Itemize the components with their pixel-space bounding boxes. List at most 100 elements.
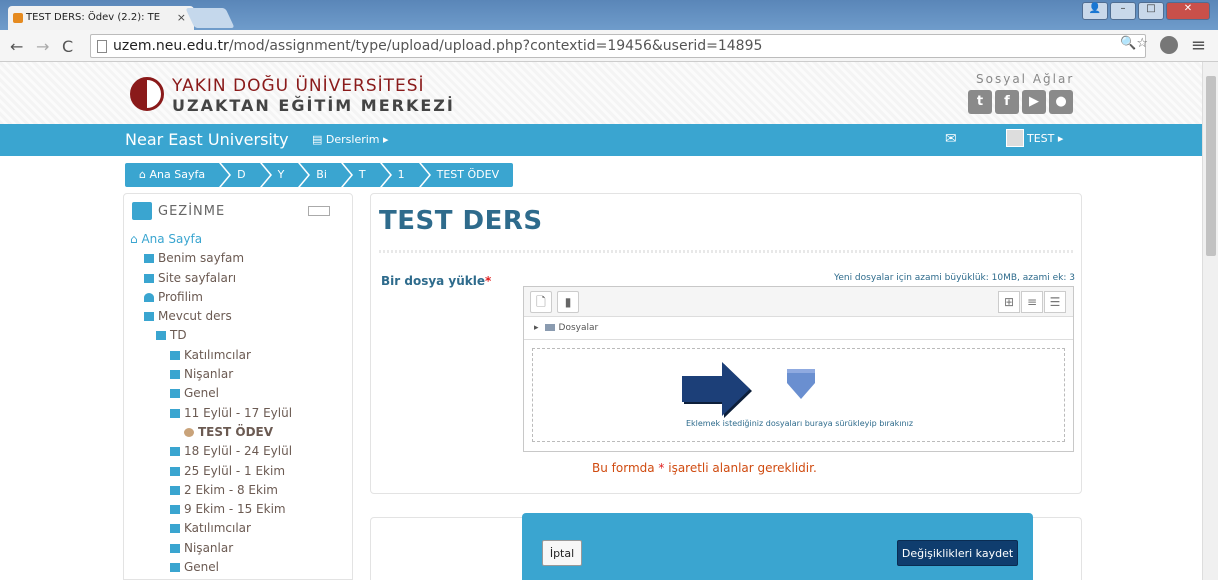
view-icons-button[interactable]: ⊞	[998, 291, 1020, 313]
folder-icon	[170, 563, 180, 573]
folder-open-icon	[170, 408, 180, 418]
main-navbar: Near East University ▤ Derslerim ▸ ✉ TES…	[0, 124, 1202, 156]
nav-item-label: 2 Ekim - 8 Ekim	[184, 482, 278, 497]
breadcrumb-label: Ana Sayfa	[149, 168, 206, 181]
folder-icon	[170, 370, 180, 380]
nav-item-label: 18 Eylül - 24 Eylül	[184, 444, 293, 459]
back-icon[interactable]: ←	[10, 37, 23, 56]
nav-item-profile[interactable]: Profilim	[130, 290, 292, 309]
url-field[interactable]: uzem.neu.edu.tr/mod/assignment/type/uplo…	[90, 34, 1146, 58]
nav-item-general[interactable]: Genel	[130, 386, 292, 405]
site-header: YAKIN DOĞU ÜNİVERSİTESİ UZAKTAN EĞİTİM M…	[0, 62, 1202, 124]
scroll-thumb[interactable]	[1206, 76, 1216, 256]
zoom-star-icons[interactable]: 🔍☆	[1120, 36, 1148, 51]
drop-arrow-icon	[787, 369, 815, 399]
vertical-scrollbar[interactable]	[1202, 62, 1218, 580]
courses-menu[interactable]: ▤ Derslerim ▸	[312, 133, 389, 146]
nav-item-my-page[interactable]: Benim sayfam	[130, 251, 292, 270]
file-drop-zone[interactable]: Eklemek istediğiniz dosyaları buraya sür…	[532, 348, 1065, 442]
block-collapse-icon[interactable]	[308, 206, 330, 216]
title-divider	[379, 250, 1073, 253]
nav-item-site-pages[interactable]: Site sayfaları	[130, 271, 292, 290]
minimize-button[interactable]: –	[1110, 2, 1136, 20]
breadcrumb-home[interactable]: ⌂ Ana Sayfa	[125, 163, 232, 187]
brand-link[interactable]: Near East University	[125, 130, 289, 149]
nav-item-general[interactable]: Genel	[130, 560, 292, 579]
required-note-pre: Bu formda	[592, 461, 659, 475]
user-switch-icon[interactable]: 👤	[1082, 2, 1108, 20]
file-upload-label: Bir dosya yükle*	[381, 274, 491, 288]
folder-icon	[144, 273, 154, 283]
folder-icon	[170, 466, 180, 476]
required-mark: *	[485, 274, 492, 288]
nav-item-label: Genel	[184, 386, 220, 401]
nav-item-label: 11 Eylül - 17 Eylül	[184, 405, 293, 420]
file-manager: 🗋 ▮ ⊞ ≡ ☰ ▸ Dosyalar Eklemek istediğiniz …	[523, 286, 1074, 452]
nav-item-badges[interactable]: Nişanlar	[130, 367, 292, 386]
reload-icon[interactable]: C	[62, 37, 73, 56]
tab-close-icon[interactable]: ×	[177, 11, 186, 24]
folder-open-icon	[144, 312, 154, 322]
blog-icon[interactable]: ●	[1049, 90, 1073, 114]
new-tab-button[interactable]	[185, 8, 235, 28]
courses-label: Derslerim	[325, 133, 380, 146]
nav-item-label: Profilim	[158, 289, 203, 304]
max-size-info: Yeni dosyalar için azami büyüklük: 10MB,…	[834, 273, 1075, 283]
field-label-text: Bir dosya yükle	[381, 274, 486, 288]
add-file-button[interactable]: 🗋	[530, 291, 552, 313]
nav-item-label: Genel	[184, 560, 220, 575]
maximize-button[interactable]: □	[1138, 2, 1164, 20]
extension-icon[interactable]	[1160, 36, 1178, 54]
folder-icon	[170, 543, 180, 553]
nav-item-label: Katılımcılar	[184, 347, 251, 362]
nav-item-home[interactable]: ⌂ Ana Sayfa	[130, 232, 292, 251]
nav-item-week[interactable]: 2 Ekim - 8 Ekim	[130, 483, 292, 502]
nav-item-week[interactable]: 18 Eylül - 24 Eylül	[130, 444, 292, 463]
user-menu[interactable]: TEST ▸	[1027, 132, 1063, 145]
nav-item-course[interactable]: TD	[130, 328, 292, 347]
file-manager-toolbar: 🗋 ▮ ⊞ ≡ ☰	[524, 287, 1073, 317]
avatar[interactable]	[1006, 129, 1024, 147]
home-icon: ⌂	[130, 232, 142, 246]
youtube-icon[interactable]: ▶	[1022, 90, 1046, 114]
mail-icon[interactable]: ✉	[945, 131, 957, 147]
folder-icon	[170, 350, 180, 360]
nav-item-label: Katılımcılar	[184, 521, 251, 536]
cancel-button[interactable]: İptal	[542, 540, 582, 566]
logo-line2: UZAKTAN EĞİTİM MERKEZİ	[172, 96, 455, 115]
university-logo-icon[interactable]	[130, 77, 164, 111]
browser-tab[interactable]: TEST DERS: Ödev (2.2): TE ×	[8, 6, 194, 30]
browser-menu-icon[interactable]: ≡	[1191, 35, 1206, 56]
forward-icon[interactable]: →	[36, 37, 49, 56]
logo-line1: YAKIN DOĞU ÜNİVERSİTESİ	[172, 76, 425, 96]
nav-item-week[interactable]: 25 Eylül - 1 Ekim	[130, 464, 292, 483]
navigation-title: GEZİNME	[158, 204, 226, 219]
facebook-icon[interactable]: f	[995, 90, 1019, 114]
twitter-icon[interactable]: t	[968, 90, 992, 114]
file-manager-path[interactable]: ▸ Dosyalar	[524, 318, 1073, 340]
folder-icon	[544, 324, 555, 331]
nav-item-participants[interactable]: Katılımcılar	[130, 521, 292, 540]
breadcrumb: ⌂ Ana Sayfa D Y Bi T 1 TEST ÖDEV	[125, 163, 515, 187]
nav-item-label: Nişanlar	[184, 540, 234, 555]
nav-item-label: TEST ÖDEV	[198, 424, 274, 439]
nav-item-week[interactable]: 9 Ekim - 15 Ekim	[130, 502, 292, 521]
create-folder-button[interactable]: ▮	[557, 291, 579, 313]
nav-item-badges[interactable]: Nişanlar	[130, 541, 292, 560]
nav-item-assignment[interactable]: TEST ÖDEV	[130, 425, 292, 444]
social-title: Sosyal Ağlar	[976, 72, 1075, 86]
nav-item-week[interactable]: 11 Eylül - 17 Eylül	[130, 406, 292, 425]
folder-path-label: Dosyalar	[558, 323, 599, 333]
close-window-button[interactable]: ✕	[1166, 2, 1210, 20]
required-note-post: işaretli alanlar gereklidir.	[664, 461, 817, 475]
nav-item-participants[interactable]: Katılımcılar	[130, 348, 292, 367]
save-changes-button[interactable]: Değişiklikleri kaydet	[897, 540, 1018, 566]
form-actions: İptal Değişiklikleri kaydet	[522, 513, 1033, 580]
navigation-tree: ⌂ Ana Sayfa Benim sayfam Site sayfaları …	[130, 232, 292, 579]
view-list-button[interactable]: ≡	[1021, 291, 1043, 313]
nav-item-current-course[interactable]: Mevcut ders	[130, 309, 292, 328]
window-controls: 👤 – □ ✕	[1082, 2, 1210, 20]
nav-item-label: Ana Sayfa	[141, 232, 203, 246]
home-icon: ⌂	[139, 168, 150, 181]
view-tree-button[interactable]: ☰	[1044, 291, 1066, 313]
